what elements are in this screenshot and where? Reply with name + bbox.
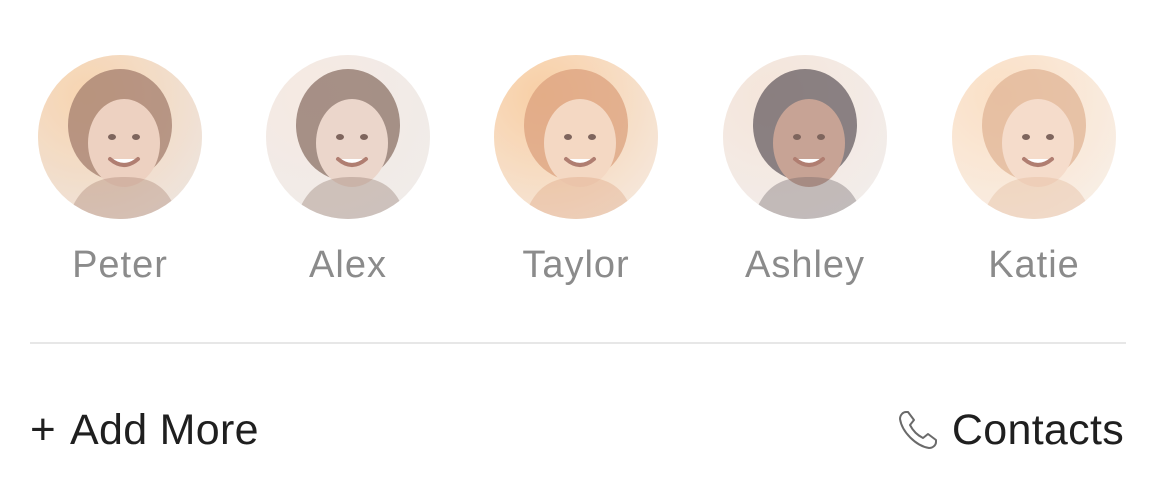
contact-name: Katie (988, 244, 1080, 286)
avatar-photo (494, 55, 658, 219)
favorite-contact-taylor[interactable]: Taylor (476, 55, 676, 295)
divider (30, 342, 1126, 344)
favorite-contact-katie[interactable]: Katie (934, 55, 1134, 295)
contact-name: Alex (309, 244, 387, 286)
phone-icon (898, 411, 937, 449)
favorite-contact-alex[interactable]: Alex (248, 55, 448, 295)
favorite-contact-ashley[interactable]: Ashley (705, 55, 905, 295)
avatar-photo (266, 55, 430, 219)
contacts-button[interactable]: Contacts (894, 400, 1124, 460)
contact-name: Ashley (744, 244, 866, 286)
avatar-image (723, 55, 887, 219)
avatar-image (952, 55, 1116, 219)
favorite-contact-peter[interactable]: Peter (20, 55, 220, 295)
contact-name: Peter (72, 244, 168, 286)
avatar-photo (952, 55, 1116, 219)
avatar-image (266, 55, 430, 219)
avatar-photo (723, 55, 887, 219)
plus-icon: + (30, 405, 56, 454)
add-more-label: Add More (70, 405, 259, 454)
contact-name: Taylor (522, 244, 630, 286)
avatar-image (494, 55, 658, 219)
avatar-image (38, 55, 202, 219)
contacts-label: Contacts (951, 405, 1124, 454)
favorites-row: Peter Alex Taylor Ashley Katie (0, 0, 1156, 300)
avatar-photo (38, 55, 202, 219)
add-more-button[interactable]: + Add More (30, 400, 259, 460)
